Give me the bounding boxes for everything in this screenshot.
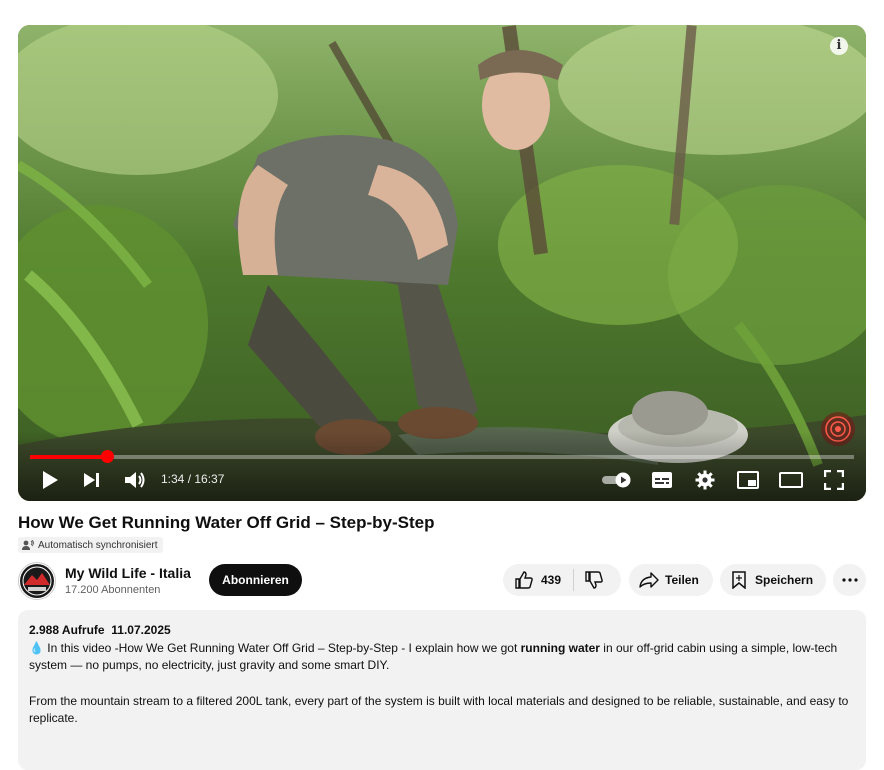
volume-icon (125, 472, 145, 488)
progress-played (30, 455, 108, 459)
progress-bar[interactable] (30, 450, 854, 463)
like-button[interactable]: 439 (503, 564, 573, 596)
share-arrow-icon (639, 572, 659, 588)
play-icon (43, 471, 58, 489)
miniplayer-button[interactable] (736, 468, 760, 492)
play-button[interactable] (38, 468, 62, 492)
time-total: 16:37 (194, 472, 225, 486)
auto-sync-badge: Automatisch synchronisiert (18, 537, 163, 553)
channel-logo (20, 564, 54, 598)
settings-button[interactable] (693, 468, 717, 492)
channel-name[interactable]: My Wild Life - Italia (65, 565, 191, 581)
channel-avatar[interactable] (18, 562, 56, 600)
share-label: Teilen (665, 573, 699, 587)
description-text-a: In this video -How We Get Running Water … (43, 640, 521, 655)
subscribe-button[interactable]: Abonnieren (209, 564, 302, 596)
time-separator: / (184, 472, 195, 486)
description-paragraph-1: 💧 In this video -How We Get Running Wate… (29, 640, 855, 675)
description-bold-text: running water (520, 640, 600, 655)
dislike-button[interactable] (574, 564, 603, 596)
time-display: 1:34 / 16:37 (161, 472, 224, 486)
theater-mode-button[interactable] (779, 468, 803, 492)
more-actions-button[interactable] (833, 564, 866, 596)
subscriber-count: 17.200 Abonnenten (65, 584, 161, 596)
like-count: 439 (541, 573, 562, 587)
time-current: 1:34 (161, 472, 185, 486)
fullscreen-button[interactable] (822, 468, 846, 492)
bookmark-icon (732, 571, 746, 589)
upload-date: 11.07.2025 (111, 623, 171, 637)
subtitles-icon (652, 472, 672, 488)
autoplay-toggle-icon (602, 472, 631, 488)
next-icon (84, 473, 99, 487)
subtitles-button[interactable] (650, 468, 674, 492)
video-player[interactable]: i 1:34 / 16:37 (18, 25, 866, 501)
next-button[interactable] (80, 468, 104, 492)
thumbs-down-icon (585, 571, 603, 589)
save-button[interactable]: Speichern (720, 564, 826, 596)
view-count: 2.988 Aufrufe (29, 623, 105, 637)
auto-sync-label: Automatisch synchronisiert (38, 539, 158, 551)
info-icon[interactable]: i (830, 37, 848, 55)
share-button[interactable]: Teilen (629, 564, 713, 596)
description-box[interactable]: 2.988 Aufrufe 11.07.2025 💧 In this video… (18, 610, 866, 770)
description-paragraph-2: From the mountain stream to a filtered 2… (29, 693, 849, 726)
theater-mode-icon (779, 472, 803, 488)
more-horizontal-icon (841, 578, 858, 582)
video-frame (18, 25, 866, 501)
miniplayer-icon (737, 471, 759, 489)
autoplay-toggle[interactable] (600, 468, 634, 492)
gear-icon (695, 470, 715, 490)
thumbs-up-icon (515, 571, 533, 589)
video-title: How We Get Running Water Off Grid – Step… (18, 513, 435, 532)
droplet-emoji: 💧 (29, 640, 44, 655)
fullscreen-icon (824, 470, 844, 490)
description-meta: 2.988 Aufrufe 11.07.2025 (29, 622, 855, 640)
dubbing-icon (22, 539, 34, 550)
save-label: Speichern (755, 573, 814, 587)
volume-button[interactable] (123, 468, 147, 492)
like-dislike-group: 439 (503, 564, 621, 596)
